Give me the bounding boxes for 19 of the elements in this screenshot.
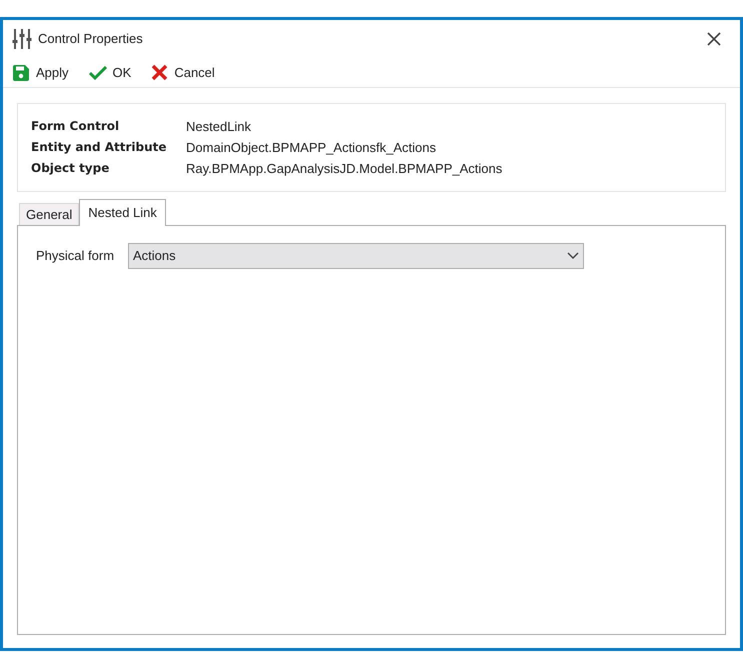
- info-label: Form Control: [31, 118, 120, 135]
- close-icon[interactable]: [707, 32, 721, 46]
- sliders-icon: [12, 28, 32, 50]
- checkmark-icon: [88, 66, 107, 80]
- info-label: Object type: [31, 160, 110, 177]
- info-label: Entity and Attribute: [31, 139, 168, 156]
- toolbar-button[interactable]: Cancel: [151, 62, 215, 82]
- toolbar-button[interactable]: OK: [88, 62, 132, 82]
- window-title: Control Properties: [38, 30, 143, 48]
- chevron-down-icon: [567, 252, 579, 260]
- x-mark-icon: [151, 64, 168, 81]
- info-value: NestedLink: [186, 118, 252, 135]
- field-label: Physical form: [36, 247, 116, 266]
- info-value: DomainObject.BPMAPP_Actionsfk_Actions: [186, 139, 437, 156]
- tab[interactable]: Nested Link: [79, 199, 166, 226]
- info-value: Ray.BPMApp.GapAnalysisJD.Model.BPMAPP_Actions: [186, 160, 504, 177]
- toolbar-button[interactable]: Apply: [12, 62, 69, 82]
- physical-form-dropdown[interactable]: Actions: [128, 243, 584, 269]
- tab[interactable]: General: [19, 203, 80, 225]
